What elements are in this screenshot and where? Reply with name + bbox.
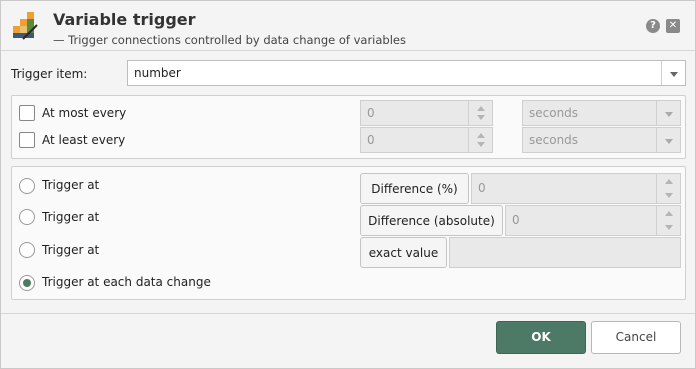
interval-panel: At most every 0 seconds At least every 0… <box>11 95 686 159</box>
app-logo-icon <box>13 12 38 40</box>
trigger-item-value: number <box>134 66 181 80</box>
at-most-stepper[interactable] <box>468 101 492 125</box>
stepper-down-icon[interactable] <box>477 115 485 120</box>
trigger-each-change-radio[interactable] <box>19 275 35 291</box>
trigger-mode-panel: Trigger at Difference (%) 0 Trigger at D… <box>11 166 686 300</box>
at-least-value-input[interactable]: 0 <box>360 127 493 153</box>
at-most-unit: seconds <box>529 106 579 120</box>
stepper-down-icon[interactable] <box>665 225 673 230</box>
at-least-unit: seconds <box>529 133 579 147</box>
difference-percent-label[interactable]: Difference (%) <box>360 173 469 204</box>
difference-percent-value: 0 <box>478 181 486 195</box>
stepper-down-icon[interactable] <box>477 142 485 147</box>
trigger-difference-percent-radio[interactable] <box>19 178 35 194</box>
variable-trigger-dialog: Variable trigger — Trigger connections c… <box>0 0 696 369</box>
chevron-down-icon[interactable] <box>661 61 685 85</box>
difference-absolute-value: 0 <box>512 213 520 227</box>
stepper-down-icon[interactable] <box>665 193 673 198</box>
chevron-down-icon[interactable] <box>656 101 680 125</box>
dialog-title: Variable trigger <box>53 10 196 29</box>
difference-absolute-input[interactable]: 0 <box>505 205 681 236</box>
at-most-label: At most every <box>42 106 127 120</box>
trigger-each-change-label: Trigger at each data change <box>42 275 211 289</box>
trigger-at-label: Trigger at <box>42 210 100 224</box>
trigger-item-select[interactable]: number <box>127 60 686 86</box>
exact-value-label[interactable]: exact value <box>360 237 447 268</box>
stepper-up-icon[interactable] <box>477 133 485 138</box>
chevron-down-icon[interactable] <box>656 128 680 152</box>
trigger-difference-absolute-radio[interactable] <box>19 209 35 225</box>
trigger-item-label: Trigger item: <box>11 67 88 81</box>
stepper-up-icon[interactable] <box>665 211 673 216</box>
difference-absolute-stepper[interactable] <box>656 206 680 235</box>
difference-percent-stepper[interactable] <box>656 174 680 203</box>
dialog-subtitle: — Trigger connections controlled by data… <box>53 33 406 47</box>
trigger-at-label: Trigger at <box>42 243 100 257</box>
ok-button[interactable]: OK <box>496 321 586 354</box>
at-most-value: 0 <box>367 106 375 120</box>
difference-absolute-label[interactable]: Difference (absolute) <box>360 205 503 236</box>
at-least-label: At least every <box>42 133 126 147</box>
trigger-at-label: Trigger at <box>42 178 100 192</box>
at-most-checkbox[interactable] <box>19 105 35 121</box>
at-most-unit-select[interactable]: seconds <box>522 100 681 126</box>
stepper-up-icon[interactable] <box>477 106 485 111</box>
exact-value-input[interactable] <box>449 237 681 268</box>
stepper-up-icon[interactable] <box>665 179 673 184</box>
dialog-header: Variable trigger — Trigger connections c… <box>1 1 695 51</box>
trigger-exact-value-radio[interactable] <box>19 242 35 258</box>
difference-percent-input[interactable]: 0 <box>471 173 681 204</box>
cancel-button[interactable]: Cancel <box>591 321 681 354</box>
help-icon[interactable]: ? <box>646 19 660 33</box>
close-icon[interactable]: ✕ <box>666 19 680 33</box>
at-most-value-input[interactable]: 0 <box>360 100 493 126</box>
at-least-checkbox[interactable] <box>19 132 35 148</box>
footer-divider <box>1 313 695 314</box>
at-least-value: 0 <box>367 133 375 147</box>
at-least-stepper[interactable] <box>468 128 492 152</box>
at-least-unit-select[interactable]: seconds <box>522 127 681 153</box>
